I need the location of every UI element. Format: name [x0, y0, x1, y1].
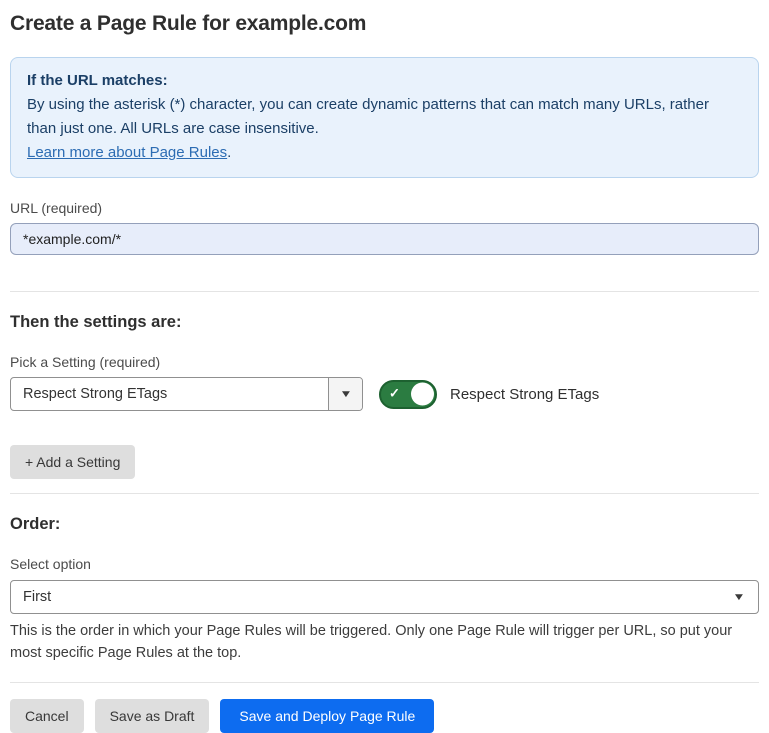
url-field-label: URL (required)	[10, 200, 759, 216]
order-select-label: Select option	[10, 556, 759, 572]
link-suffix: .	[227, 144, 231, 161]
info-box-body: By using the asterisk (*) character, you…	[27, 93, 742, 141]
setting-toggle-label: Respect Strong ETags	[450, 386, 599, 403]
footer-actions: Cancel Save as Draft Save and Deploy Pag…	[10, 699, 759, 733]
info-box-heading: If the URL matches:	[27, 69, 742, 93]
toggle-knob	[411, 383, 434, 406]
info-box-link-line: Learn more about Page Rules.	[27, 141, 742, 165]
section-divider	[10, 291, 759, 292]
save-deploy-button[interactable]: Save and Deploy Page Rule	[220, 699, 434, 733]
setting-row: Respect Strong ETags ▼ ✓ Respect Strong …	[10, 377, 759, 411]
order-section-heading: Order:	[10, 515, 759, 534]
section-divider	[10, 493, 759, 494]
setting-select-arrow-box[interactable]: ▼	[328, 378, 362, 410]
order-select-value: First	[11, 581, 734, 613]
cancel-button[interactable]: Cancel	[10, 699, 84, 733]
url-match-info-box: If the URL matches: By using the asteris…	[10, 57, 759, 178]
setting-toggle[interactable]: ✓	[379, 380, 437, 409]
order-select-arrow-box: ▼	[734, 581, 758, 613]
learn-more-link[interactable]: Learn more about Page Rules	[27, 144, 227, 161]
setting-select-value: Respect Strong ETags	[11, 378, 328, 410]
pick-setting-label: Pick a Setting (required)	[10, 354, 759, 370]
page-rule-form: Create a Page Rule for example.com If th…	[0, 0, 769, 733]
footer-divider	[10, 682, 759, 683]
chevron-down-icon: ▼	[732, 592, 745, 603]
settings-section-heading: Then the settings are:	[10, 313, 759, 332]
order-select[interactable]: First ▼	[10, 580, 759, 614]
check-icon: ✓	[389, 386, 400, 402]
url-input[interactable]	[10, 223, 759, 255]
save-draft-button[interactable]: Save as Draft	[95, 699, 210, 733]
chevron-down-icon: ▼	[339, 389, 352, 400]
add-setting-button[interactable]: + Add a Setting	[10, 445, 135, 479]
setting-select[interactable]: Respect Strong ETags ▼	[10, 377, 363, 411]
page-title: Create a Page Rule for example.com	[10, 12, 759, 36]
order-help-text: This is the order in which your Page Rul…	[10, 620, 759, 664]
